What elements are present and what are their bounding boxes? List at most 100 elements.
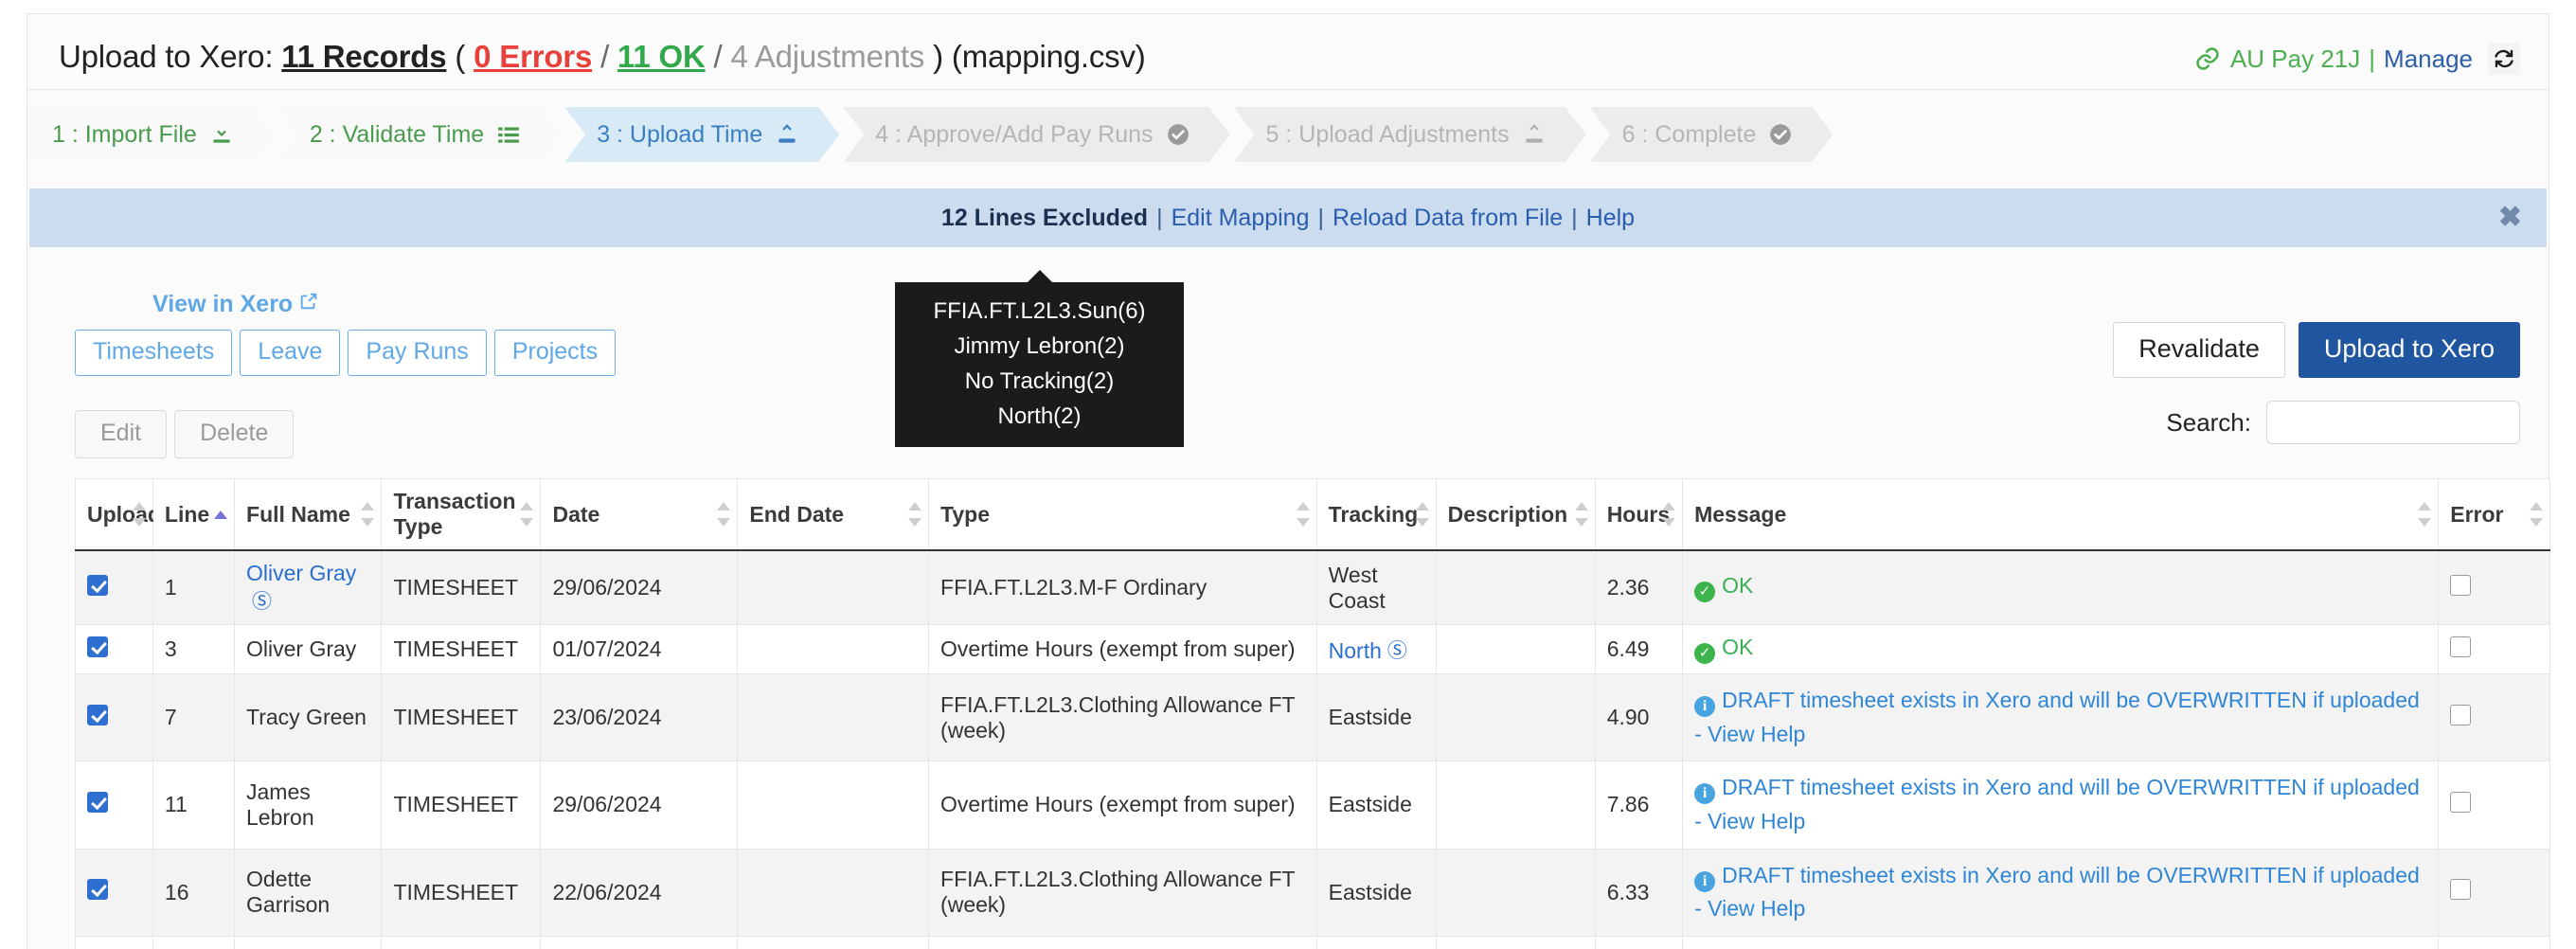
sort-icon[interactable] — [2418, 502, 2432, 527]
cell-upload[interactable] — [75, 549, 153, 625]
delete-button[interactable]: Delete — [174, 410, 295, 458]
sort-icon[interactable] — [1296, 502, 1310, 527]
pay-runs-button[interactable]: Pay Runs — [348, 330, 487, 376]
step-4-approve-add-pay-runs[interactable]: 4 : Approve/Add Pay Runs — [843, 107, 1229, 162]
cell-error[interactable] — [2438, 624, 2550, 674]
col-label: Upload — [87, 501, 161, 527]
col-error[interactable]: Error — [2438, 478, 2550, 551]
projects-button[interactable]: Projects — [493, 330, 617, 376]
step-6-complete[interactable]: 6 : Complete — [1590, 107, 1834, 162]
sort-icon[interactable] — [717, 502, 731, 527]
upload-checkbox[interactable] — [87, 879, 108, 901]
col-upload[interactable]: Upload — [75, 478, 161, 551]
step-3-upload-time[interactable]: 3 : Upload Time — [564, 107, 839, 162]
manage-link[interactable]: Manage — [2384, 45, 2473, 74]
view-help-link[interactable]: View Help — [1708, 809, 1805, 833]
cell-description — [1435, 761, 1596, 850]
cell-error[interactable] — [2438, 935, 2550, 949]
tracking-text: Eastside — [1328, 792, 1412, 817]
table-row[interactable]: 7 Tracy Green TIMESHEET 23/06/2024 FFIA.FT.L… — [75, 672, 2550, 762]
cell-error[interactable] — [2438, 672, 2550, 762]
col-hours[interactable]: Hours — [1594, 478, 1684, 551]
table-row[interactable]: 3 Oliver Gray TIMESHEET 01/07/2024 Overtime … — [75, 624, 2550, 674]
cell-upload[interactable] — [75, 672, 153, 762]
col-transaction-type[interactable]: Transaction Type — [381, 478, 542, 551]
error-checkbox[interactable] — [2450, 791, 2472, 813]
step-2-validate-time[interactable]: 2 : Validate Time — [277, 107, 561, 162]
step-1-import-file[interactable]: 1 : Import File — [29, 107, 274, 162]
help-link[interactable]: Help — [1586, 205, 1635, 232]
table-row[interactable]: 17Odette GarrisonTIMESHEET23/06/2024 FFIA… — [75, 935, 2550, 949]
ok-count[interactable]: 11 OK — [617, 39, 706, 74]
cell-error[interactable] — [2438, 848, 2550, 937]
refresh-icon[interactable] — [2488, 43, 2520, 75]
tracking-link[interactable]: North — [1329, 638, 1382, 663]
cell-upload[interactable] — [75, 935, 153, 949]
download-icon — [209, 122, 234, 147]
edit-mapping-link[interactable]: Edit Mapping — [1172, 205, 1310, 232]
view-help-link[interactable]: View Help — [1708, 896, 1805, 921]
cell-upload[interactable] — [75, 761, 153, 850]
leave-button[interactable]: Leave — [240, 330, 341, 376]
timesheets-button[interactable]: Timesheets — [75, 330, 233, 376]
view-in-xero-link[interactable]: View in Xero — [75, 291, 616, 318]
col-message[interactable]: Message — [1682, 478, 2440, 551]
error-checkbox[interactable] — [2450, 879, 2472, 901]
col-line[interactable]: Line — [152, 478, 236, 551]
excluded-lines-label[interactable]: 12 Lines Excluded — [941, 205, 1148, 232]
sort-icon[interactable] — [361, 502, 375, 527]
col-label: Description — [1447, 501, 1568, 527]
cell-upload[interactable] — [75, 624, 153, 674]
sort-icon[interactable] — [1574, 502, 1588, 527]
reload-data-link[interactable]: Reload Data from File — [1333, 205, 1563, 232]
close-icon[interactable]: ✖ — [2498, 204, 2522, 232]
revalidate-button[interactable]: Revalidate — [2113, 322, 2285, 378]
table-row[interactable]: 1 Oliver Gray Ⓢ TIMESHEET 29/06/2024 FFIA.FT.… — [75, 549, 2550, 625]
col-date[interactable]: Date — [540, 478, 739, 551]
view-help-link[interactable]: View Help — [1708, 722, 1805, 746]
upload-checkbox[interactable] — [87, 704, 108, 725]
cell-full-name: Oliver Gray Ⓢ — [234, 549, 383, 625]
col-description[interactable]: Description — [1435, 478, 1596, 551]
cell-error[interactable] — [2438, 761, 2550, 850]
edit-button[interactable]: Edit — [75, 410, 168, 458]
error-checkbox[interactable] — [2450, 704, 2472, 725]
sort-icon[interactable] — [520, 502, 534, 527]
cell-type: FFIA.FT.L2L3.M-F Ordinary — [928, 935, 1317, 949]
sort-icon-asc[interactable] — [214, 502, 228, 527]
sort-icon[interactable] — [908, 502, 922, 527]
upload-checkbox[interactable] — [87, 791, 108, 813]
cell-error[interactable] — [2438, 549, 2550, 625]
cell-message: ✓ OK — [1682, 549, 2440, 625]
cell-line: 1 — [152, 549, 236, 625]
col-tracking[interactable]: Tracking — [1315, 478, 1437, 551]
col-full-name[interactable]: Full Name — [234, 478, 383, 551]
source-filename: (mapping.csv) — [951, 39, 1146, 74]
table-row[interactable]: 11 James Lebron TIMESHEET 29/06/2024 Overtim… — [75, 761, 2550, 850]
full-name-link[interactable]: Oliver Gray — [246, 561, 356, 585]
sort-icon[interactable] — [1662, 502, 1676, 527]
upload-to-xero-button[interactable]: Upload to Xero — [2298, 322, 2520, 378]
title-separator-2: / — [713, 39, 723, 74]
cell-tracking[interactable]: North Ⓢ — [1315, 624, 1437, 674]
step-5-upload-adjustments[interactable]: 5 : Upload Adjustments — [1234, 107, 1586, 162]
error-checkbox[interactable] — [2450, 574, 2472, 596]
list-icon — [496, 122, 521, 147]
search-input[interactable] — [2266, 401, 2520, 444]
cell-hours: 2.36 — [1594, 549, 1684, 625]
records-count[interactable]: 11 Records — [281, 39, 446, 74]
info-icon: i — [1694, 783, 1716, 805]
errors-count[interactable]: 0 Errors — [474, 39, 592, 74]
records-table: Upload Line Full Name Transaction Type D… — [75, 478, 2550, 949]
col-type[interactable]: Type — [928, 478, 1317, 551]
cell-transaction-type: TIMESHEET — [381, 761, 542, 850]
upload-checkbox[interactable] — [87, 636, 108, 657]
col-end-date[interactable]: End Date — [737, 478, 930, 551]
upload-checkbox[interactable] — [87, 574, 108, 596]
table-row[interactable]: 16 Odette Garrison TIMESHEET 22/06/2024 FFIA… — [75, 848, 2550, 937]
sort-icon[interactable] — [132, 502, 146, 527]
cell-upload[interactable] — [75, 848, 153, 937]
error-checkbox[interactable] — [2450, 636, 2472, 657]
sort-icon[interactable] — [1415, 502, 1429, 527]
sort-icon[interactable] — [2530, 502, 2543, 527]
